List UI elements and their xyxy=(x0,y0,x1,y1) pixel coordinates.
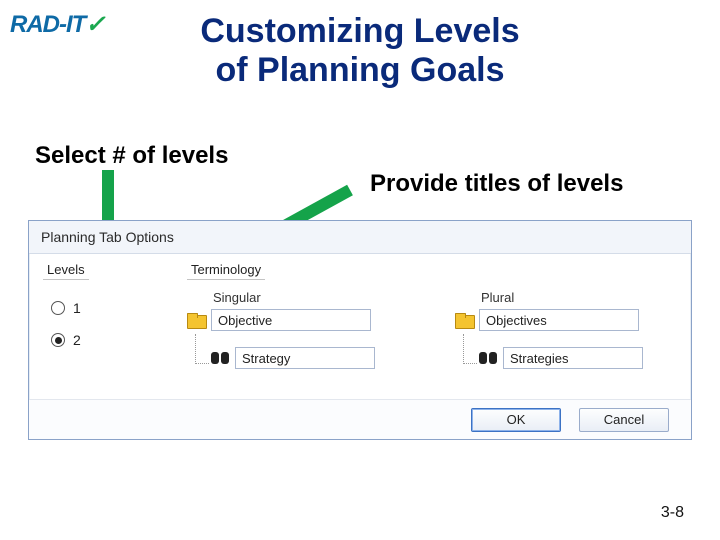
radio-label: 2 xyxy=(73,332,81,348)
cancel-button[interactable]: Cancel xyxy=(579,408,669,432)
page-number: 3-8 xyxy=(661,504,684,522)
radio-icon xyxy=(51,301,65,315)
ok-button[interactable]: OK xyxy=(471,408,561,432)
levels-radio-2[interactable]: 2 xyxy=(51,332,163,348)
singular-level1-row: Objective xyxy=(187,309,375,331)
annotation-select-levels: Select # of levels xyxy=(35,142,228,170)
levels-section-label: Levels xyxy=(43,260,89,280)
singular-column: Singular Objective Strategy xyxy=(187,290,375,385)
slide-title-line2: of Planning Goals xyxy=(215,51,504,89)
plural-level2-row: Strategies xyxy=(479,347,643,369)
terminology-section-label: Terminology xyxy=(187,260,265,280)
singular-level1-input[interactable]: Objective xyxy=(211,309,371,331)
annotation-provide-titles: Provide titles of levels xyxy=(370,170,623,198)
slide-title-line1: Customizing Levels xyxy=(200,12,519,50)
folder-icon xyxy=(187,313,205,327)
radio-icon xyxy=(51,333,65,347)
tree-connector xyxy=(463,334,477,364)
plural-label: Plural xyxy=(481,290,643,305)
dialog-body: Levels 1 2 Terminology Singular Objectiv… xyxy=(29,254,691,404)
binoculars-icon xyxy=(211,352,229,364)
plural-column: Plural Objectives Strategies xyxy=(455,290,643,385)
singular-label: Singular xyxy=(213,290,375,305)
levels-section: Levels 1 2 xyxy=(43,260,163,364)
singular-level2-input[interactable]: Strategy xyxy=(235,347,375,369)
plural-level2-input[interactable]: Strategies xyxy=(503,347,643,369)
levels-radio-1[interactable]: 1 xyxy=(51,300,163,316)
singular-level2-row: Strategy xyxy=(211,347,375,369)
binoculars-icon xyxy=(479,352,497,364)
terminology-section: Terminology Singular Objective Strategy xyxy=(187,260,677,385)
folder-icon xyxy=(455,313,473,327)
radio-label: 1 xyxy=(73,300,81,316)
slide-title: Customizing Levels of Planning Goals xyxy=(0,12,720,90)
tree-connector xyxy=(195,334,209,364)
dialog-footer: OK Cancel xyxy=(29,399,691,439)
planning-tab-options-dialog: Planning Tab Options Levels 1 2 Terminol… xyxy=(28,220,692,440)
dialog-header: Planning Tab Options xyxy=(29,221,691,254)
plural-level1-input[interactable]: Objectives xyxy=(479,309,639,331)
plural-level1-row: Objectives xyxy=(455,309,643,331)
